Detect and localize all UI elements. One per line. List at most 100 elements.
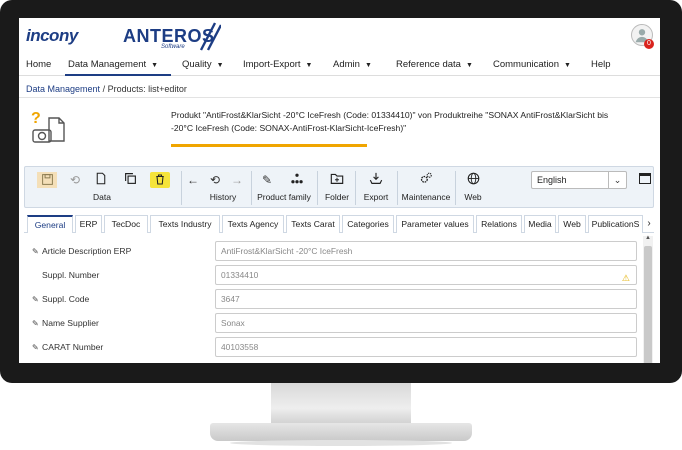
tab-categories[interactable]: Categories [342,215,394,233]
toolbar-separator [317,171,318,205]
tab-relations[interactable]: Relations [476,215,522,233]
globe-icon[interactable] [465,172,481,188]
edit-pen-icon[interactable]: ✎ [32,343,42,352]
nav-data-management[interactable]: Data Management ▼ [68,59,158,70]
nav-quality-label: Quality [182,59,212,70]
tab-texts-carat[interactable]: Texts Carat [286,215,340,233]
nav-data-management-label: Data Management [68,59,147,70]
delete-icon[interactable] [150,172,170,188]
monitor-stand-shadow [230,440,452,446]
caret-down-icon: ▼ [305,62,313,69]
tab-web[interactable]: Web [558,215,586,233]
main-nav: Home Data Management ▼ Quality ▼ Import-Ex… [19,56,660,76]
chevron-right-icon[interactable]: › [644,215,654,233]
export-icon[interactable] [368,172,384,188]
form-row: ✎ Article Description ERP AntiFrost&KlarS… [24,241,644,263]
form-row: ✎ CARAT Number 40103558 [24,337,644,359]
suppl-code-input[interactable]: 3647 [215,289,637,309]
toolbar-separator [397,171,398,205]
caret-down-icon: ▼ [216,62,224,69]
tab-tecdoc[interactable]: TecDoc [104,215,148,233]
field-label: Suppl. Number [32,270,99,280]
web-label: Web [464,192,482,202]
name-supplier-input[interactable]: Sonax [215,313,637,333]
language-select[interactable]: English ⌄ [531,171,627,189]
tab-texts-industry[interactable]: Texts Industry [150,215,220,233]
nav-import-export-label: Import-Export [243,59,301,70]
toolbar-separator [251,171,252,205]
nav-reference-data-label: Reference data [396,59,461,70]
carat-number-input[interactable]: 40103558 [215,337,637,357]
save-icon[interactable] [37,172,57,188]
nav-communication[interactable]: Communication ▼ [493,59,571,70]
breadcrumb: Data Management / Products: list+editor [26,84,187,94]
nav-quality[interactable]: Quality ▼ [182,59,224,70]
monitor-stand-neck [271,383,411,425]
new-document-icon[interactable] [93,172,109,188]
maintenance-gears-icon[interactable] [418,172,434,188]
nav-active-indicator [65,74,171,76]
caret-down-icon: ▼ [151,62,159,69]
data-group-label: Data [93,192,111,202]
forward-arrow-icon[interactable]: → [229,172,245,188]
app-screen: incony ANTEROS Software 0 Home Data Mana… [19,18,660,363]
nav-admin[interactable]: Admin ▼ [333,59,372,70]
breadcrumb-current: Products: list+editor [107,84,187,94]
nav-home-label: Home [26,59,52,70]
toolbar-separator [181,171,182,205]
folder-icon[interactable] [329,172,345,188]
nav-admin-label: Admin [333,59,360,70]
window-toggle-icon[interactable] [639,173,651,184]
toolbar: ⟲ Data ← ⟲ → History ✎ Product family Fo… [24,166,654,208]
nav-home[interactable]: Home [26,59,51,70]
edit-pen-icon[interactable]: ✎ [259,172,275,188]
back-arrow-icon[interactable]: ← [185,172,201,188]
product-family-icon[interactable] [289,172,305,188]
product-placeholder-icon: ? [31,110,65,143]
copy-icon[interactable] [122,172,138,188]
caret-down-icon: ▼ [364,62,372,69]
caret-down-icon: ▼ [564,62,571,69]
field-label-text: Suppl. Number [42,270,100,280]
nav-communication-label: Communication [493,59,559,70]
tab-bar: General ERP TecDoc Texts Industry Texts … [24,213,654,233]
undo-icon[interactable]: ⟲ [67,172,83,188]
anteros-logo-sub: Software [161,44,185,50]
article-description-erp-input[interactable]: AntiFrost&KlarSicht -20°C IceFresh [215,241,637,261]
nav-import-export[interactable]: Import-Export ▼ [243,59,312,70]
nav-reference-data[interactable]: Reference data ▼ [396,59,473,70]
divider [19,97,660,98]
maintenance-label: Maintenance [401,192,451,202]
breadcrumb-link-data-management[interactable]: Data Management [26,84,100,94]
suppl-number-input[interactable]: 01334410 ⚠ [215,265,637,285]
incony-logo[interactable]: incony [26,26,78,46]
scroll-up-icon[interactable]: ▲ [643,235,653,245]
product-description: Produkt "AntiFrost&KlarSicht -20°C IceFr… [171,110,609,133]
tab-erp[interactable]: ERP [75,215,102,233]
product-status-bar [171,144,367,147]
field-label-text: Article Description ERP [42,246,132,256]
field-label: ✎ CARAT Number [32,342,103,352]
field-label: ✎ Name Supplier [32,318,99,328]
scrollbar-thumb[interactable] [644,246,652,363]
warning-icon: ⚠ [621,273,630,283]
form-row: ✎ Suppl. Code 3647 [24,289,644,311]
anteros-slash-icon [199,22,221,51]
edit-pen-icon[interactable]: ✎ [32,319,42,328]
app-header: incony ANTEROS Software 0 [19,18,660,54]
field-label-text: Suppl. Code [42,294,90,304]
tab-media[interactable]: Media [524,215,556,233]
nav-help[interactable]: Help [591,59,611,70]
tab-texts-agency[interactable]: Texts Agency [222,215,284,233]
nav-help-label: Help [591,59,611,70]
tab-parameter-values[interactable]: Parameter values [396,215,474,233]
tab-general[interactable]: General [27,215,73,233]
folder-label: Folder [324,192,350,202]
edit-pen-icon[interactable]: ✎ [32,247,42,256]
caret-down-icon: ▼ [465,62,473,69]
field-label-text: Name Supplier [42,318,99,328]
history-icon[interactable]: ⟲ [207,172,223,188]
tab-publications[interactable]: PublicationS [588,215,643,233]
edit-pen-icon[interactable]: ✎ [32,295,42,304]
toolbar-separator [455,171,456,205]
